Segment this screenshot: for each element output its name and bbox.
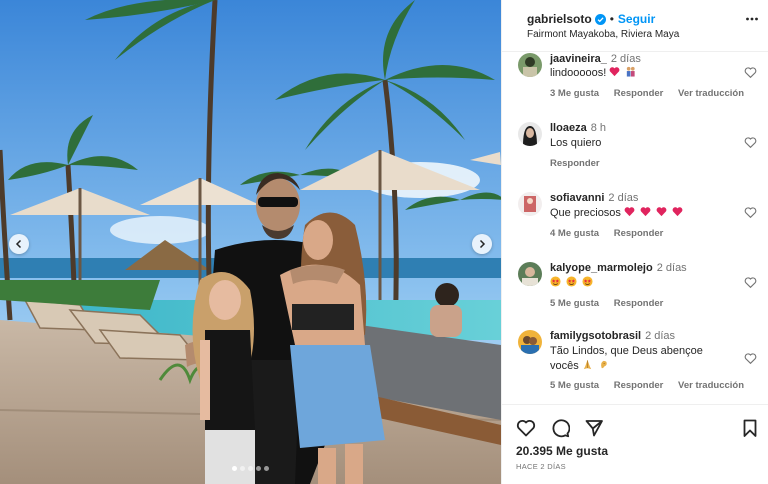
carousel-dot	[232, 466, 237, 471]
post-side-panel: gabrielsoto • Seguir Fairmont Mayakoba, …	[501, 0, 768, 484]
commenter-username[interactable]: lloaeza 8 h	[550, 122, 606, 134]
comment-body: Los quiero	[550, 137, 602, 149]
comment-bubble-icon[interactable]	[550, 418, 570, 438]
comment-like-count[interactable]: 4 Me gusta	[550, 228, 599, 239]
commenter-username[interactable]: jaavineira_ 2 días	[550, 53, 641, 65]
carousel-dot	[264, 466, 269, 471]
heart-outline-icon[interactable]	[744, 206, 757, 219]
previous-photo-button[interactable]	[9, 234, 29, 254]
commenter-username[interactable]: kalyope_marmolejo 2 días	[550, 262, 687, 274]
commenter-avatar[interactable]	[518, 122, 542, 146]
comment-body-line2-wrap: vocês	[550, 359, 730, 374]
comment-body: Que preciosos	[550, 207, 621, 219]
post-viewer: gabrielsoto • Seguir Fairmont Mayakoba, …	[0, 0, 768, 484]
save-bookmark-icon[interactable]	[740, 418, 760, 438]
next-photo-button[interactable]	[472, 234, 492, 254]
carousel-dot	[240, 466, 245, 471]
reply-button[interactable]: Responder	[614, 88, 664, 99]
carousel-dot	[256, 466, 261, 471]
carousel-dot	[248, 466, 253, 471]
comment-username-text: jaavineira_	[550, 53, 607, 65]
comment-text: Que preciosos	[550, 206, 730, 221]
reply-button[interactable]: Responder	[614, 228, 664, 239]
comment-like-count[interactable]: 5 Me gusta	[550, 380, 599, 391]
reply-button[interactable]: Responder	[550, 158, 600, 169]
avatar-image	[518, 192, 542, 216]
commenter-avatar[interactable]	[518, 262, 542, 286]
post-location[interactable]: Fairmont Mayakoba, Riviera Maya	[527, 29, 679, 40]
heart-outline-icon[interactable]	[744, 66, 757, 79]
comment-text: Tão Lindos, que Deus abençoe vocês	[550, 344, 730, 374]
comment-like-count[interactable]: 5 Me gusta	[550, 298, 599, 309]
comment-username-text: kalyope_marmolejo	[550, 262, 653, 274]
post-author-row: gabrielsoto • Seguir	[527, 12, 655, 26]
comment-like-count[interactable]: 3 Me gusta	[550, 88, 599, 99]
heart-outline-icon[interactable]	[744, 136, 757, 149]
post-like-count[interactable]: 20.395 Me gusta	[516, 444, 608, 458]
author-username[interactable]: gabrielsoto	[527, 12, 592, 26]
red-heart-icon	[609, 67, 620, 77]
star-struck-icon	[582, 276, 593, 287]
avatar-image	[518, 122, 542, 146]
post-header: gabrielsoto • Seguir Fairmont Mayakoba, …	[502, 0, 768, 52]
resort-photo	[0, 0, 501, 484]
verified-badge-icon	[594, 13, 606, 25]
red-heart-icon	[656, 207, 667, 217]
header-separator: •	[609, 12, 614, 26]
comment-username-text: sofiavanni	[550, 192, 605, 204]
post-photo[interactable]	[0, 0, 501, 484]
comment-body: lindooooos!	[550, 67, 607, 79]
avatar-image	[518, 53, 542, 77]
comment-body-line1: Tão Lindos, que Deus abençoe	[550, 345, 703, 357]
follow-button[interactable]: Seguir	[618, 12, 655, 26]
comment-text: Los quiero	[550, 136, 730, 151]
star-struck-icon	[566, 276, 577, 287]
chevron-left-icon	[15, 239, 22, 249]
comment-actions: 4 Me gusta Responder	[550, 228, 675, 239]
comment-actions: 3 Me gusta Responder Ver traducción	[550, 88, 756, 99]
comment-body-line2: vocês	[550, 360, 579, 372]
commenter-avatar[interactable]	[518, 192, 542, 216]
comment-time: 2 días	[610, 53, 641, 65]
heart-outline-icon[interactable]	[744, 276, 757, 289]
praying-hands-icon	[583, 359, 591, 370]
heart-outline-icon[interactable]	[744, 352, 757, 365]
comment-time: 2 días	[608, 192, 639, 204]
comment-time: 2 días	[645, 330, 676, 342]
reply-button[interactable]: Responder	[614, 298, 664, 309]
comment-actions: Responder	[550, 158, 612, 169]
comment-actions: 5 Me gusta Responder	[550, 298, 675, 309]
comment-text: lindooooos!	[550, 66, 730, 81]
comment-username-text: familygsotobrasil	[550, 330, 642, 342]
commenter-avatar[interactable]	[518, 330, 542, 354]
red-heart-icon	[672, 207, 683, 217]
commenter-avatar[interactable]	[518, 53, 542, 77]
share-send-icon[interactable]	[584, 418, 604, 438]
see-translation-button[interactable]: Ver traducción	[678, 380, 744, 391]
post-timestamp: HACE 2 DÍAS	[516, 462, 566, 471]
red-heart-icon	[624, 207, 635, 217]
comments-list: jaavineira_ 2 días lindooooos! 3 Me gusta…	[502, 52, 768, 404]
ear-icon	[600, 360, 607, 369]
comment-actions: 5 Me gusta Responder Ver traducción	[550, 380, 756, 391]
carousel-indicator	[0, 466, 501, 471]
avatar-image	[518, 262, 542, 286]
like-heart-icon[interactable]	[516, 418, 536, 438]
more-options-icon[interactable]	[745, 12, 759, 26]
reply-button[interactable]: Responder	[614, 380, 664, 391]
red-heart-icon	[640, 207, 651, 217]
comment-time: 8 h	[590, 122, 606, 134]
see-translation-button[interactable]: Ver traducción	[678, 88, 744, 99]
avatar-image	[518, 330, 542, 354]
comment-text	[550, 276, 730, 291]
comment-time: 2 días	[656, 262, 687, 274]
commenter-username[interactable]: familygsotobrasil 2 días	[550, 330, 675, 342]
star-struck-icon	[550, 276, 561, 287]
comment-username-text: lloaeza	[550, 122, 587, 134]
commenter-username[interactable]: sofiavanni 2 días	[550, 192, 638, 204]
couple-icon	[627, 66, 636, 77]
chevron-right-icon	[479, 239, 486, 249]
